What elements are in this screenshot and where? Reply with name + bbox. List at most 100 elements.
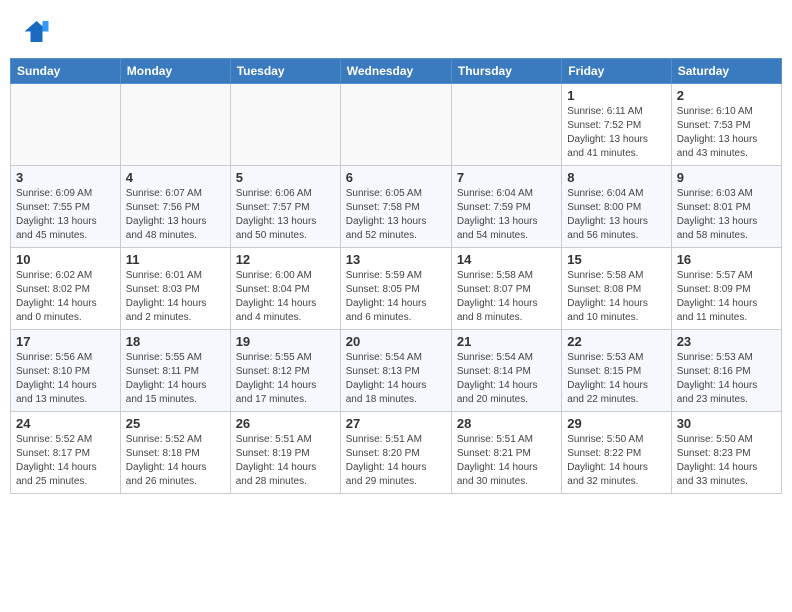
day-info: Sunrise: 6:11 AM Sunset: 7:52 PM Dayligh…	[567, 105, 665, 161]
calendar-day-cell: 1 Sunrise: 6:11 AM Sunset: 7:52 PM Daylig…	[562, 84, 671, 166]
day-number: 16	[677, 252, 776, 267]
weekday-header-tuesday: Tuesday	[230, 59, 340, 84]
calendar-day-cell: 24 Sunrise: 5:52 AM Sunset: 8:17 PM Dayli…	[11, 412, 121, 494]
calendar-day-cell: 16 Sunrise: 5:57 AM Sunset: 8:09 PM Dayli…	[671, 248, 781, 330]
calendar-day-cell	[120, 84, 230, 166]
calendar-day-cell: 4 Sunrise: 6:07 AM Sunset: 7:56 PM Daylig…	[120, 166, 230, 248]
calendar-day-cell: 18Sunrise: 5:55 AM Sunset: 8:11 PM Dayli…	[120, 330, 230, 412]
day-info: Sunrise: 5:55 AM Sunset: 8:11 PM Dayligh…	[126, 351, 225, 407]
calendar-week-row: 3Sunrise: 6:09 AM Sunset: 7:55 PM Daylig…	[11, 166, 782, 248]
calendar-day-cell: 13 Sunrise: 5:59 AM Sunset: 8:05 PM Dayli…	[340, 248, 451, 330]
day-info: Sunrise: 5:53 AM Sunset: 8:15 PM Dayligh…	[567, 351, 665, 407]
calendar-day-cell: 6Sunrise: 6:05 AM Sunset: 7:58 PM Daylig…	[340, 166, 451, 248]
calendar-day-cell: 5Sunrise: 6:06 AM Sunset: 7:57 PM Daylig…	[230, 166, 340, 248]
calendar-day-cell: 9 Sunrise: 6:03 AM Sunset: 8:01 PM Daylig…	[671, 166, 781, 248]
day-number: 25	[126, 416, 225, 431]
day-info: Sunrise: 6:02 AM Sunset: 8:02 PM Dayligh…	[16, 269, 115, 325]
calendar-day-cell: 26 Sunrise: 5:51 AM Sunset: 8:19 PM Dayli…	[230, 412, 340, 494]
day-info: Sunrise: 5:52 AM Sunset: 8:17 PM Dayligh…	[16, 433, 115, 489]
day-number: 15	[567, 252, 665, 267]
day-number: 14	[457, 252, 556, 267]
logo	[20, 15, 54, 45]
day-number: 12	[236, 252, 335, 267]
day-number: 30	[677, 416, 776, 431]
calendar-day-cell: 23Sunrise: 5:53 AM Sunset: 8:16 PM Dayli…	[671, 330, 781, 412]
calendar-day-cell: 12 Sunrise: 6:00 AM Sunset: 8:04 PM Dayli…	[230, 248, 340, 330]
day-number: 4	[126, 170, 225, 185]
calendar-day-cell	[230, 84, 340, 166]
calendar-day-cell: 21 Sunrise: 5:54 AM Sunset: 8:14 PM Dayli…	[451, 330, 561, 412]
weekday-header-friday: Friday	[562, 59, 671, 84]
day-number: 27	[346, 416, 446, 431]
calendar-day-cell: 10Sunrise: 6:02 AM Sunset: 8:02 PM Dayli…	[11, 248, 121, 330]
calendar-header-row: SundayMondayTuesdayWednesdayThursdayFrid…	[11, 59, 782, 84]
calendar-week-row: 1 Sunrise: 6:11 AM Sunset: 7:52 PM Daylig…	[11, 84, 782, 166]
day-number: 13	[346, 252, 446, 267]
day-info: Sunrise: 5:58 AM Sunset: 8:08 PM Dayligh…	[567, 269, 665, 325]
day-number: 26	[236, 416, 335, 431]
day-info: Sunrise: 5:58 AM Sunset: 8:07 PM Dayligh…	[457, 269, 556, 325]
day-number: 29	[567, 416, 665, 431]
calendar-day-cell: 29 Sunrise: 5:50 AM Sunset: 8:22 PM Dayli…	[562, 412, 671, 494]
calendar-day-cell	[11, 84, 121, 166]
day-info: Sunrise: 5:52 AM Sunset: 8:18 PM Dayligh…	[126, 433, 225, 489]
calendar-day-cell: 15 Sunrise: 5:58 AM Sunset: 8:08 PM Dayli…	[562, 248, 671, 330]
weekday-header-saturday: Saturday	[671, 59, 781, 84]
day-number: 21	[457, 334, 556, 349]
calendar-day-cell: 30 Sunrise: 5:50 AM Sunset: 8:23 PM Dayli…	[671, 412, 781, 494]
calendar-week-row: 10Sunrise: 6:02 AM Sunset: 8:02 PM Dayli…	[11, 248, 782, 330]
calendar-day-cell: 22 Sunrise: 5:53 AM Sunset: 8:15 PM Dayli…	[562, 330, 671, 412]
calendar-day-cell: 7 Sunrise: 6:04 AM Sunset: 7:59 PM Daylig…	[451, 166, 561, 248]
day-number: 2	[677, 88, 776, 103]
calendar-day-cell: 19 Sunrise: 5:55 AM Sunset: 8:12 PM Dayli…	[230, 330, 340, 412]
day-info: Sunrise: 5:55 AM Sunset: 8:12 PM Dayligh…	[236, 351, 335, 407]
day-info: Sunrise: 6:01 AM Sunset: 8:03 PM Dayligh…	[126, 269, 225, 325]
day-number: 22	[567, 334, 665, 349]
calendar-day-cell: 17 Sunrise: 5:56 AM Sunset: 8:10 PM Dayli…	[11, 330, 121, 412]
weekday-header-wednesday: Wednesday	[340, 59, 451, 84]
weekday-header-thursday: Thursday	[451, 59, 561, 84]
day-info: Sunrise: 5:56 AM Sunset: 8:10 PM Dayligh…	[16, 351, 115, 407]
calendar-day-cell	[340, 84, 451, 166]
logo-icon	[20, 15, 50, 45]
calendar-day-cell: 28 Sunrise: 5:51 AM Sunset: 8:21 PM Dayli…	[451, 412, 561, 494]
day-number: 19	[236, 334, 335, 349]
calendar-day-cell: 8 Sunrise: 6:04 AM Sunset: 8:00 PM Daylig…	[562, 166, 671, 248]
page: SundayMondayTuesdayWednesdayThursdayFrid…	[0, 0, 792, 504]
day-info: Sunrise: 5:51 AM Sunset: 8:19 PM Dayligh…	[236, 433, 335, 489]
day-info: Sunrise: 6:05 AM Sunset: 7:58 PM Dayligh…	[346, 187, 446, 243]
calendar-day-cell: 3Sunrise: 6:09 AM Sunset: 7:55 PM Daylig…	[11, 166, 121, 248]
day-info: Sunrise: 6:04 AM Sunset: 7:59 PM Dayligh…	[457, 187, 556, 243]
day-number: 8	[567, 170, 665, 185]
calendar-day-cell: 27Sunrise: 5:51 AM Sunset: 8:20 PM Dayli…	[340, 412, 451, 494]
day-info: Sunrise: 5:59 AM Sunset: 8:05 PM Dayligh…	[346, 269, 446, 325]
day-info: Sunrise: 6:03 AM Sunset: 8:01 PM Dayligh…	[677, 187, 776, 243]
calendar-day-cell	[451, 84, 561, 166]
day-info: Sunrise: 6:06 AM Sunset: 7:57 PM Dayligh…	[236, 187, 335, 243]
day-number: 3	[16, 170, 115, 185]
day-number: 28	[457, 416, 556, 431]
day-info: Sunrise: 5:51 AM Sunset: 8:21 PM Dayligh…	[457, 433, 556, 489]
day-number: 24	[16, 416, 115, 431]
day-info: Sunrise: 5:50 AM Sunset: 8:23 PM Dayligh…	[677, 433, 776, 489]
day-info: Sunrise: 5:53 AM Sunset: 8:16 PM Dayligh…	[677, 351, 776, 407]
calendar-day-cell: 25 Sunrise: 5:52 AM Sunset: 8:18 PM Dayli…	[120, 412, 230, 494]
weekday-header-monday: Monday	[120, 59, 230, 84]
day-info: Sunrise: 6:07 AM Sunset: 7:56 PM Dayligh…	[126, 187, 225, 243]
day-info: Sunrise: 5:57 AM Sunset: 8:09 PM Dayligh…	[677, 269, 776, 325]
day-number: 9	[677, 170, 776, 185]
calendar-day-cell: 2Sunrise: 6:10 AM Sunset: 7:53 PM Daylig…	[671, 84, 781, 166]
day-number: 11	[126, 252, 225, 267]
day-number: 17	[16, 334, 115, 349]
calendar-day-cell: 20 Sunrise: 5:54 AM Sunset: 8:13 PM Dayli…	[340, 330, 451, 412]
day-number: 1	[567, 88, 665, 103]
day-info: Sunrise: 6:00 AM Sunset: 8:04 PM Dayligh…	[236, 269, 335, 325]
day-info: Sunrise: 5:54 AM Sunset: 8:13 PM Dayligh…	[346, 351, 446, 407]
day-number: 20	[346, 334, 446, 349]
day-info: Sunrise: 5:50 AM Sunset: 8:22 PM Dayligh…	[567, 433, 665, 489]
day-info: Sunrise: 5:54 AM Sunset: 8:14 PM Dayligh…	[457, 351, 556, 407]
day-info: Sunrise: 6:04 AM Sunset: 8:00 PM Dayligh…	[567, 187, 665, 243]
calendar-day-cell: 14 Sunrise: 5:58 AM Sunset: 8:07 PM Dayli…	[451, 248, 561, 330]
day-number: 7	[457, 170, 556, 185]
calendar-day-cell: 11 Sunrise: 6:01 AM Sunset: 8:03 PM Dayli…	[120, 248, 230, 330]
